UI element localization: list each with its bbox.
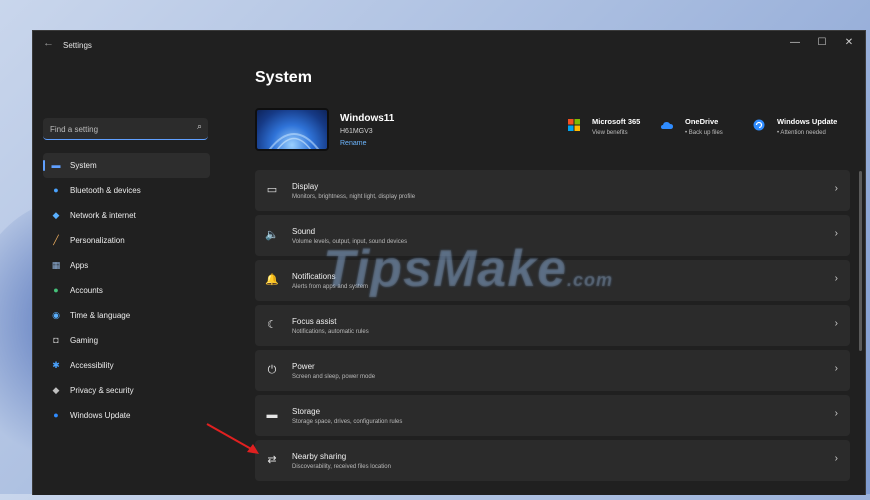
- globe-icon: ◉: [52, 310, 60, 320]
- setting-title: Focus assist: [292, 317, 337, 326]
- sidebar-item-accounts[interactable]: ● Accounts: [43, 278, 210, 303]
- setting-title: Sound: [292, 227, 316, 236]
- red-arrow-annotation-icon: [206, 423, 259, 454]
- setting-title: Power: [292, 362, 315, 371]
- page-title: System: [255, 69, 312, 86]
- nearby-sharing-icon: ⇄: [267, 454, 277, 466]
- setting-description: Storage space, drives, configuration rul…: [292, 419, 403, 425]
- brush-icon: ╱: [53, 235, 59, 245]
- setting-description: Discoverability, received files location: [292, 464, 391, 470]
- accessibility-icon: ✱: [52, 360, 60, 370]
- storage-icon: ▬: [266, 409, 278, 421]
- sidebar-item-label: Accounts: [70, 286, 103, 295]
- setting-description: Notifications, automatic rules: [292, 329, 369, 335]
- chevron-right-icon: ›: [834, 318, 838, 329]
- bell-icon: 🔔: [265, 274, 279, 286]
- search-box[interactable]: ⌕: [43, 118, 208, 140]
- setting-description: Volume levels, output, input, sound devi…: [292, 239, 408, 245]
- search-input[interactable]: [48, 120, 187, 138]
- scrollbar[interactable]: [859, 171, 862, 351]
- sidebar-item-bluetooth-devices[interactable]: ● Bluetooth & devices: [43, 178, 210, 203]
- device-name: Windows11: [340, 113, 395, 124]
- quick-link-subtitle: • Back up files: [685, 130, 723, 136]
- quick-link-title: Microsoft 365: [592, 117, 641, 126]
- person-icon: ●: [53, 285, 59, 295]
- update-icon: ●: [53, 410, 59, 420]
- active-indicator: [43, 160, 45, 171]
- device-model: H61MGV3: [340, 128, 373, 135]
- sidebar-item-label: Windows Update: [70, 411, 131, 420]
- maximize-button[interactable]: ☐: [812, 35, 832, 51]
- settings-window: ← Settings — ☐ ✕ System ⌕ ▬ System ● Blueto…: [32, 30, 866, 495]
- wifi-icon: ◆: [52, 210, 60, 220]
- bluetooth-icon: ●: [53, 185, 59, 195]
- cloud-icon: [661, 122, 673, 129]
- quick-link-subtitle: • Attention needed: [777, 130, 826, 136]
- chevron-right-icon: ›: [834, 228, 838, 239]
- sidebar-item-system[interactable]: ▬ System: [43, 153, 210, 178]
- setting-description: Monitors, brightness, night light, displ…: [292, 194, 416, 200]
- setting-display[interactable]: ▭ Display Monitors, brightness, night ligh…: [255, 170, 850, 211]
- search-icon[interactable]: ⌕: [197, 121, 202, 132]
- monitor-icon: ▬: [51, 160, 61, 170]
- setting-title: Notifications: [292, 272, 336, 281]
- close-button[interactable]: ✕: [839, 35, 859, 51]
- app-title: Settings: [63, 41, 92, 50]
- speaker-icon: 🔈: [265, 229, 279, 241]
- chevron-right-icon: ›: [834, 453, 838, 464]
- setting-focus-assist[interactable]: ☾ Focus assist Notifications, automatic ru…: [255, 305, 850, 346]
- sidebar-item-label: Network & internet: [70, 211, 136, 220]
- sidebar-item-accessibility[interactable]: ✱ Accessibility: [43, 353, 210, 378]
- chevron-right-icon: ›: [834, 408, 838, 419]
- sidebar-item-label: Privacy & security: [70, 386, 134, 395]
- wallpaper-preview: [257, 110, 327, 149]
- setting-title: Storage: [292, 407, 321, 416]
- setting-notifications[interactable]: 🔔 Notifications Alerts from apps and syste…: [255, 260, 850, 301]
- microsoft-logo-icon: [568, 119, 580, 131]
- settings-list: ▭ Display Monitors, brightness, night ligh…: [255, 170, 850, 485]
- sidebar-item-windows-update[interactable]: ● Windows Update: [43, 403, 210, 428]
- moon-icon: ☾: [267, 319, 277, 331]
- sidebar-item-network-internet[interactable]: ◆ Network & internet: [43, 203, 210, 228]
- update-icon: [753, 119, 765, 131]
- quick-link-title: OneDrive: [685, 117, 719, 126]
- sidebar-item-label: Apps: [70, 261, 89, 270]
- back-arrow-icon[interactable]: ←: [43, 37, 54, 49]
- display-icon: ▭: [266, 184, 278, 196]
- setting-description: Screen and sleep, power mode: [292, 374, 376, 380]
- chevron-right-icon: ›: [834, 183, 838, 194]
- sidebar-item-gaming[interactable]: ◘ Gaming: [43, 328, 210, 353]
- sidebar-item-label: Personalization: [70, 236, 125, 245]
- power-icon: ⏻: [267, 364, 277, 376]
- shield-icon: ◆: [52, 385, 60, 395]
- sidebar-item-label: Time & language: [70, 311, 131, 320]
- setting-power[interactable]: ⏻ Power Screen and sleep, power mode ›: [255, 350, 850, 391]
- setting-storage[interactable]: ▬ Storage Storage space, drives, configura…: [255, 395, 850, 436]
- sidebar-item-label: Accessibility: [70, 361, 114, 370]
- setting-nearby-sharing[interactable]: ⇄ Nearby sharing Discoverability, received…: [255, 440, 850, 481]
- setting-title: Display: [292, 182, 319, 191]
- sidebar-item-privacy-security[interactable]: ◆ Privacy & security: [43, 378, 210, 403]
- sidebar-item-time-language[interactable]: ◉ Time & language: [43, 303, 210, 328]
- sidebar-nav: ▬ System ● Bluetooth & devices ◆ Network & in…: [43, 153, 210, 428]
- rename-link[interactable]: Rename: [340, 140, 366, 147]
- bloom-icon: [268, 133, 320, 149]
- device-thumbnail: [255, 108, 329, 151]
- sidebar-item-label: System: [70, 161, 97, 170]
- quick-link-title: Windows Update: [777, 117, 838, 126]
- gamepad-icon: ◘: [53, 335, 59, 345]
- chevron-right-icon: ›: [834, 363, 838, 374]
- sidebar-item-label: Gaming: [70, 336, 99, 345]
- setting-title: Nearby sharing: [292, 452, 347, 461]
- apps-icon: ▦: [51, 260, 61, 270]
- minimize-button[interactable]: —: [785, 35, 805, 51]
- sidebar-item-apps[interactable]: ▦ Apps: [43, 253, 210, 278]
- title-bar: ← Settings — ☐ ✕: [33, 31, 865, 59]
- chevron-right-icon: ›: [834, 273, 838, 284]
- quick-link-subtitle: View benefits: [592, 130, 628, 136]
- setting-description: Alerts from apps and system: [292, 284, 369, 290]
- sidebar-item-label: Bluetooth & devices: [70, 186, 141, 195]
- sidebar-item-personalization[interactable]: ╱ Personalization: [43, 228, 210, 253]
- setting-sound[interactable]: 🔈 Sound Volume levels, output, input, soun…: [255, 215, 850, 256]
